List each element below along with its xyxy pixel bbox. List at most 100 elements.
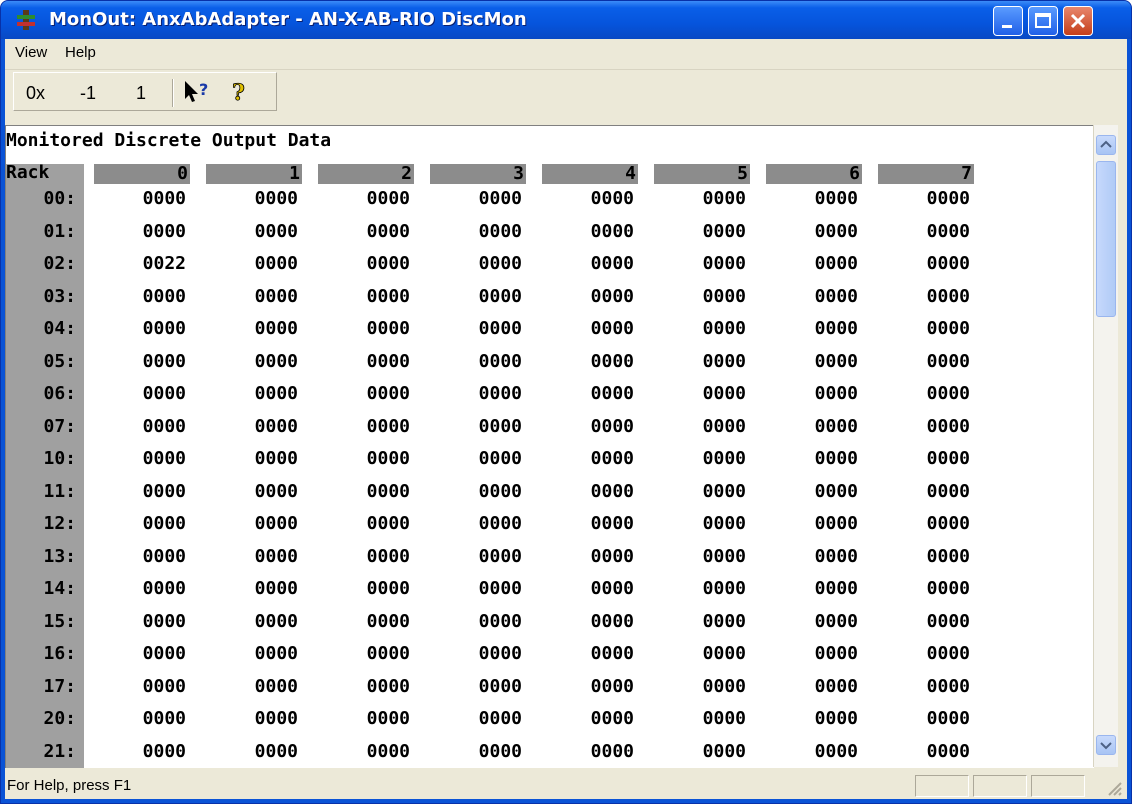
data-cell: 0000	[478, 610, 522, 632]
data-cell: 0000	[366, 740, 410, 762]
data-cell: 0000	[814, 675, 858, 697]
column-header: 0	[94, 164, 190, 184]
data-cell: 0000	[478, 350, 522, 372]
data-cell: 0000	[254, 480, 298, 502]
data-view: Monitored Discrete Output Data Rack 0123…	[5, 125, 1094, 768]
close-icon	[1070, 13, 1086, 29]
close-button[interactable]	[1063, 6, 1093, 36]
data-cell: 0000	[926, 318, 970, 339]
data-cell: 0000	[366, 545, 410, 567]
status-pane-1	[915, 775, 969, 797]
window-title: MonOut: AnxAbAdapter - AN-X-AB-RIO DiscM…	[49, 9, 527, 30]
data-cell: 0000	[366, 350, 410, 372]
data-cell: 0000	[478, 318, 522, 339]
data-cell: 0000	[702, 708, 746, 729]
maximize-button[interactable]	[1028, 6, 1058, 36]
data-cell: 0000	[702, 513, 746, 534]
data-cell: 0000	[926, 740, 970, 762]
data-cell: 0000	[478, 578, 522, 599]
data-cell: 0000	[142, 513, 186, 534]
data-cell: 0000	[926, 643, 970, 664]
data-cell: 0000	[926, 610, 970, 632]
data-cell: 0000	[926, 513, 970, 534]
data-cell: 0000	[702, 610, 746, 632]
data-cell: 0000	[254, 610, 298, 632]
minimize-button[interactable]	[993, 6, 1023, 36]
rack-row-label: 16:	[43, 643, 76, 664]
data-cell: 0000	[702, 188, 746, 209]
title-bar[interactable]: MonOut: AnxAbAdapter - AN-X-AB-RIO DiscM…	[1, 1, 1131, 39]
data-cell: 0000	[366, 675, 410, 697]
column-header: 1	[206, 164, 302, 184]
scroll-thumb[interactable]	[1096, 161, 1116, 317]
menu-help[interactable]: Help	[65, 44, 96, 61]
data-cell: 0000	[590, 188, 634, 209]
data-cell: 0000	[478, 383, 522, 404]
app-window: MonOut: AnxAbAdapter - AN-X-AB-RIO DiscM…	[0, 0, 1132, 804]
resize-grip-icon[interactable]	[1105, 779, 1123, 797]
data-cell: 0000	[142, 643, 186, 664]
data-cell: 0000	[366, 708, 410, 729]
data-cell: 0000	[366, 448, 410, 469]
rack-header: Rack	[6, 162, 50, 183]
menu-view[interactable]: View	[15, 44, 47, 61]
scroll-down-button[interactable]	[1096, 735, 1116, 755]
scroll-up-button[interactable]	[1096, 135, 1116, 155]
data-cell: 0000	[478, 708, 522, 729]
data-cell: 0000	[814, 350, 858, 372]
data-cell: 0000	[478, 480, 522, 502]
data-cell: 0000	[702, 285, 746, 307]
data-cell: 0000	[142, 545, 186, 567]
data-cell: 0022	[142, 253, 186, 274]
data-cell: 0000	[814, 545, 858, 567]
data-cell: 0000	[366, 220, 410, 242]
data-cell: 0000	[926, 708, 970, 729]
data-cell: 0000	[590, 675, 634, 697]
data-cell: 0000	[814, 220, 858, 242]
data-cell: 0000	[590, 480, 634, 502]
data-cell: 0000	[366, 383, 410, 404]
data-cell: 0000	[590, 740, 634, 762]
data-cell: 0000	[926, 220, 970, 242]
data-cell: 0000	[366, 415, 410, 437]
data-cell: 0000	[254, 383, 298, 404]
data-cell: 0000	[814, 448, 858, 469]
data-cell: 0000	[590, 415, 634, 437]
data-cell: 0000	[254, 513, 298, 534]
data-cell: 0000	[590, 578, 634, 599]
increment-button[interactable]: 1	[136, 83, 146, 104]
column-header: 6	[766, 164, 862, 184]
data-cell: 0000	[478, 415, 522, 437]
data-cell: 0000	[814, 708, 858, 729]
data-cell: 0000	[702, 643, 746, 664]
data-cell: 0000	[366, 318, 410, 339]
rack-row-label: 02:	[43, 253, 76, 274]
data-cell: 0000	[702, 578, 746, 599]
rack-row-label: 07:	[43, 415, 76, 437]
data-cell: 0000	[254, 285, 298, 307]
data-cell: 0000	[254, 675, 298, 697]
data-cell: 0000	[366, 285, 410, 307]
rack-row-label: 04:	[43, 318, 76, 339]
svg-text:?: ?	[232, 80, 245, 105]
data-cell: 0000	[478, 740, 522, 762]
help-icon[interactable]: ?	[228, 79, 252, 105]
data-cell: 0000	[702, 448, 746, 469]
data-cell: 0000	[590, 448, 634, 469]
hex-button[interactable]: 0x	[26, 83, 45, 104]
data-cell: 0000	[702, 740, 746, 762]
data-cell: 0000	[814, 188, 858, 209]
data-cell: 0000	[254, 708, 298, 729]
decrement-button[interactable]: -1	[80, 83, 96, 104]
column-header: 2	[318, 164, 414, 184]
vertical-scrollbar[interactable]	[1093, 125, 1118, 767]
status-text: For Help, press F1	[7, 777, 132, 794]
data-cell: 0000	[478, 545, 522, 567]
data-cell: 0000	[814, 643, 858, 664]
rack-row-label: 03:	[43, 285, 76, 307]
context-help-icon[interactable]: ?	[182, 79, 214, 105]
data-cell: 0000	[366, 188, 410, 209]
data-cell: 0000	[926, 253, 970, 274]
data-cell: 0000	[702, 318, 746, 339]
data-cell: 0000	[254, 643, 298, 664]
